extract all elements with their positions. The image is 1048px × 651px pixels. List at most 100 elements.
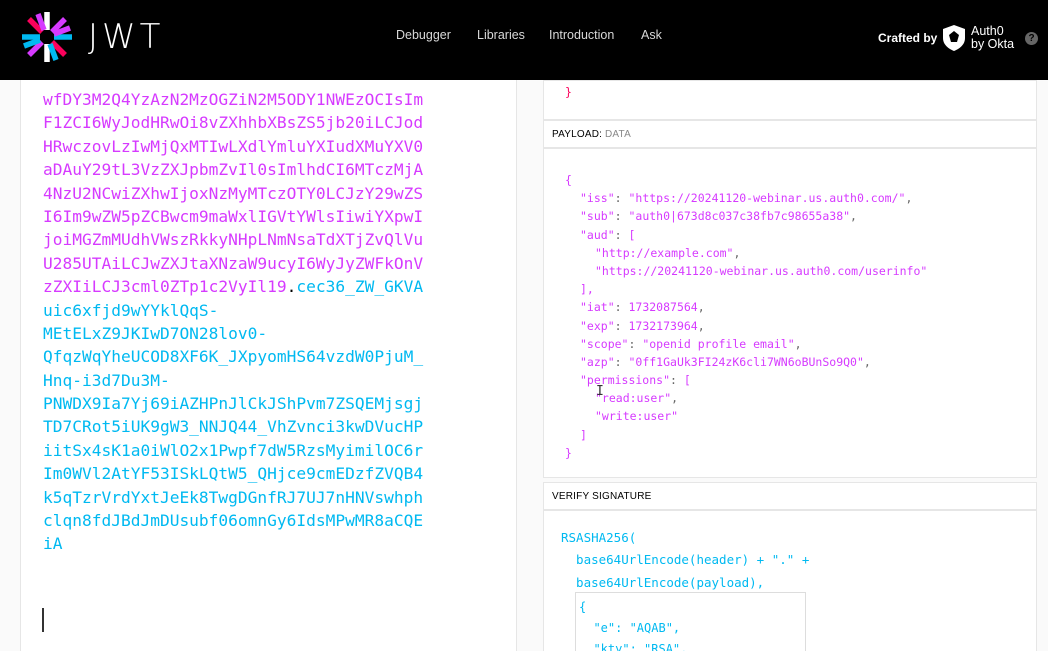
encoded-line: k5qTzrVrdYxtJeEk8TwgDGnfRJ7UJ7nHNVswhph xyxy=(43,486,483,509)
payload-json-line: "write:user" xyxy=(565,407,927,425)
json-punct: , xyxy=(697,318,705,333)
json-punct: , xyxy=(697,300,705,315)
public-key-line: { xyxy=(579,600,587,614)
json-value: "http://example.com" xyxy=(595,245,734,260)
encoded-line: U285UTAiLCJwZXJtaXNzaW9ucyI6WyJyZWFkOnV xyxy=(43,252,483,275)
json-colon: : xyxy=(614,191,629,206)
crafted-by-label: Crafted by xyxy=(878,31,938,45)
ibeam-cursor-icon: I xyxy=(596,384,604,399)
encoded-token-text[interactable]: wfDY3M2Q4YzAzN2MzOGZiN2M5ODY1NWEzOCIsIm F… xyxy=(43,88,483,556)
encoded-payload-segment: I6Im9wZW5pZCBwcm9maWxlIGVtYWlsIiwiYXpwI xyxy=(43,206,424,226)
encoded-line: clqn8fdJBdJmDUsubf06omnGy6IdsMPwMR8aCQE xyxy=(43,509,483,532)
json-punct: { xyxy=(565,173,572,187)
encoded-signature-segment: uic6xfjd9wYYklQqS- xyxy=(43,300,219,320)
json-punct: , xyxy=(733,245,741,260)
payload-json-line: "exp": 1732173964, xyxy=(565,317,927,335)
json-key: "scope" xyxy=(580,336,629,351)
encoded-signature-segment: MEtELxZ9JKIwD7ON28lov0- xyxy=(43,323,268,343)
json-value: "https://20241120-webinar.us.auth0.com/u… xyxy=(595,263,928,278)
json-value: "0ff1GaUk3FI24zK6cli7WN6oBUnSo9Q0" xyxy=(628,354,864,369)
json-colon: : xyxy=(670,373,684,388)
encoded-line: 4NzU2NCwiZXhwIjoxNzMyMTczOTY0LCJzY29wZS xyxy=(43,182,483,205)
header-json-end: } xyxy=(565,85,572,99)
json-value: "openid profile email" xyxy=(642,336,795,351)
encoded-token-pane[interactable]: wfDY3M2Q4YzAzN2MzOGZiN2M5ODY1NWEzOCIsIm F… xyxy=(20,80,517,651)
encoded-payload-segment: 4NzU2NCwiZXhwIjoxNzMyMTczOTY0LCJzY29wZS xyxy=(43,183,424,203)
encoded-signature-segment: TD7CRot5iUK9gW3_NNJQ44_VhZvnci3kwDVucHP xyxy=(43,417,424,437)
public-key-input[interactable]: { "e": "AQAB", "kty": "RSA", xyxy=(575,592,806,651)
json-value: "write:user" xyxy=(595,409,679,424)
encoded-line: F1ZCI6WyJodHRwOi8vZXhhbXBsZS5jb20iLCJod xyxy=(43,111,483,134)
json-key: "permissions" xyxy=(580,373,671,388)
payload-json-line: "scope": "openid profile email", xyxy=(565,335,927,353)
payload-json-line: "http://example.com", xyxy=(565,244,927,262)
encoded-dot-separator: . xyxy=(286,277,297,297)
encoded-signature-segment: k5qTzrVrdYxtJeEk8TwgDGnfRJ7UJ7nHNVswhph xyxy=(43,487,424,507)
encoded-payload-segment: HRwczovLzIwMjQxMTIwLXdlYmluYXIudXMuYXV0 xyxy=(43,136,424,156)
encoded-line: iA xyxy=(43,532,483,555)
encoded-line: HRwczovLzIwMjQxMTIwLXdlYmluYXIudXMuYXV0 xyxy=(43,135,483,158)
json-colon: : xyxy=(614,227,629,242)
nav-debugger[interactable]: Debugger xyxy=(396,28,451,42)
json-value: 1732173964 xyxy=(628,318,698,333)
payload-json[interactable]: {"iss": "https://20241120-webinar.us.aut… xyxy=(565,171,927,462)
encoded-signature-segment: Im0WVl2AtYF53ISkLQtW5_QHjce9cmEDzfZVQB4 xyxy=(43,464,424,484)
payload-json-line: "sub": "auth0|673d8c037c38fb7c98655a38", xyxy=(565,207,927,225)
json-value: "auth0|673d8c037c38fb7c98655a38" xyxy=(628,209,851,224)
encoded-signature-segment: clqn8fdJBdJmDUsubf06omnGy6IdsMPwMR8aCQE xyxy=(43,511,424,531)
verify-code: RSASHA256( base64UrlEncode(header) + "."… xyxy=(561,527,809,594)
nav-libraries[interactable]: Libraries xyxy=(477,28,525,42)
help-icon[interactable]: ? xyxy=(1025,32,1038,45)
encoded-line: zZXIiLCJ3cml0ZTp1c2VyIl19.cec36_ZW_GKVA xyxy=(43,275,483,298)
encoded-line: QfqzWqYheUCOD8XF6K_JXpyomHS64vzdW0PjuM_ xyxy=(43,345,483,368)
decoded-pane: } PAYLOAD: DATA {"iss": "https://2024112… xyxy=(543,80,1037,651)
json-key: "sub" xyxy=(580,209,615,224)
payload-json-line: "permissions": [ xyxy=(565,371,927,389)
encoded-signature-segment: iA xyxy=(43,534,63,554)
json-punct: , xyxy=(905,191,913,206)
payload-section-header: PAYLOAD: DATA xyxy=(543,120,1037,148)
payload-json-line: "azp": "0ff1GaUk3FI24zK6cli7WN6oBUnSo9Q0… xyxy=(565,353,927,371)
json-colon: : xyxy=(614,318,629,333)
json-value: "https://20241120-webinar.us.auth0.com/" xyxy=(628,191,906,206)
verify-code-line: RSASHA256( xyxy=(561,530,637,545)
encoded-line: TD7CRot5iUK9gW3_NNJQ44_VhZvnci3kwDVucHP xyxy=(43,415,483,438)
verify-code-line: base64UrlEncode(header) + "." + xyxy=(561,552,810,568)
json-punct: ] xyxy=(580,427,587,442)
json-value: 1732087564 xyxy=(628,300,698,315)
auth0-shield-icon[interactable] xyxy=(941,24,967,52)
json-key: "iat" xyxy=(580,300,615,315)
encoded-payload-segment: joiMGZmMUdhVWszRkkyNHpLNmNsaTdXTjZvQlVu xyxy=(43,230,424,250)
auth0-brand[interactable]: Auth0 by Okta xyxy=(971,25,1014,51)
encoded-payload-segment: zZXIiLCJ3cml0ZTp1c2VyIl19 xyxy=(43,277,287,297)
payload-json-line: "aud": [ xyxy=(565,226,927,244)
public-key-json[interactable]: { "e": "AQAB", "kty": "RSA", xyxy=(579,597,687,651)
payload-json-box[interactable]: {"iss": "https://20241120-webinar.us.aut… xyxy=(543,148,1037,478)
nav-introduction[interactable]: Introduction xyxy=(549,28,614,42)
payload-json-line: } xyxy=(565,444,927,462)
payload-json-line: { xyxy=(565,171,927,189)
header-json-box[interactable]: } xyxy=(543,80,1037,120)
encoded-signature-segment: iitSx4sK1a0iWlO2x1Pwpf7dW5RzsMyimilOC6r xyxy=(43,440,424,460)
json-key: "azp" xyxy=(580,354,615,369)
verify-section-header: VERIFY SIGNATURE xyxy=(543,482,1037,510)
json-punct: [ xyxy=(628,227,636,242)
encoded-signature-segment: cec36_ZW_GKVA xyxy=(296,277,424,297)
payload-json-line: "read:user", xyxy=(565,389,927,407)
verify-title: VERIFY SIGNATURE xyxy=(552,491,652,502)
encoded-line: joiMGZmMUdhVWszRkkyNHpLNmNsaTdXTjZvQlVu xyxy=(43,228,483,251)
payload-title: PAYLOAD: xyxy=(552,129,603,140)
encoded-line: uic6xfjd9wYYklQqS- xyxy=(43,299,483,322)
public-key-line: "e": "AQAB", xyxy=(579,621,681,635)
public-key-line: "kty": "RSA", xyxy=(579,642,688,651)
encoded-signature-segment: Hnq-i3d7Du3M- xyxy=(43,370,170,390)
payload-json-line: ] xyxy=(565,426,927,444)
encoded-line: MEtELxZ9JKIwD7ON28lov0- xyxy=(43,322,483,345)
json-punct: , xyxy=(794,336,802,351)
payload-json-line: "https://20241120-webinar.us.auth0.com/u… xyxy=(565,262,927,280)
payload-json-line: ], xyxy=(565,280,927,298)
json-punct: , xyxy=(850,209,857,224)
nav-ask[interactable]: Ask xyxy=(641,28,662,42)
json-punct: [ xyxy=(683,373,691,388)
json-colon: : xyxy=(614,354,629,369)
